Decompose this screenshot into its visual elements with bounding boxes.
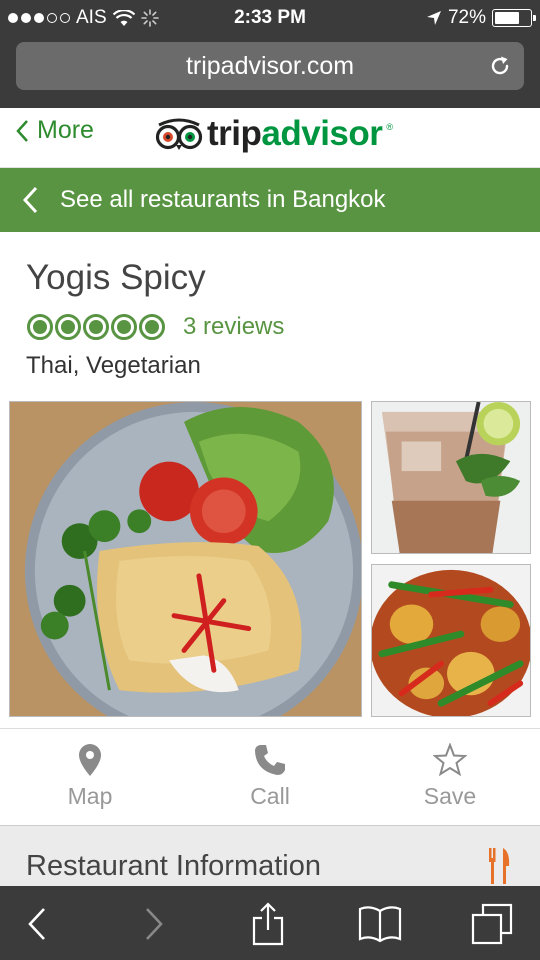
- save-button[interactable]: Save: [390, 743, 510, 810]
- fork-knife-icon: [489, 848, 510, 884]
- restaurant-name: Yogis Spicy: [26, 258, 206, 297]
- photo-iced-tea[interactable]: [371, 401, 531, 554]
- star-icon: [433, 743, 467, 777]
- browser-address-area: tripadvisor.com: [0, 36, 540, 108]
- rating-bubble-icon: [111, 314, 137, 340]
- bookmarks-button[interactable]: [358, 902, 402, 946]
- address-bar[interactable]: tripadvisor.com: [16, 42, 524, 90]
- action-bar: Map Call Save: [0, 728, 540, 826]
- tabs-button[interactable]: [470, 902, 514, 946]
- status-bar: AIS 2:33 PM 72%: [0, 0, 540, 36]
- map-label: Map: [67, 783, 113, 809]
- rating-bubble-icon: [139, 314, 165, 340]
- more-label: More: [37, 116, 94, 144]
- site-header: More tripadvisor ®: [0, 108, 540, 168]
- call-button[interactable]: Call: [210, 743, 330, 810]
- section-title: Restaurant Information: [26, 850, 321, 882]
- photo-stir-fry[interactable]: [371, 564, 531, 717]
- cuisine-label: Thai, Vegetarian: [26, 352, 201, 379]
- tripadvisor-logo[interactable]: tripadvisor ®: [155, 114, 393, 154]
- battery-icon: [492, 9, 536, 27]
- logo-wordmark: tripadvisor: [207, 114, 383, 153]
- rating-bubble-icon: [55, 314, 81, 340]
- status-right: 72%: [426, 7, 536, 29]
- tabs-icon: [471, 903, 513, 945]
- bubble-rating: [27, 314, 165, 340]
- reload-icon[interactable]: [488, 54, 512, 78]
- chevron-right-icon: [146, 908, 163, 940]
- back-button[interactable]: [15, 902, 59, 946]
- rating-bubble-icon: [83, 314, 109, 340]
- more-button[interactable]: More: [16, 116, 94, 145]
- reviews-link[interactable]: 3 reviews: [183, 313, 284, 341]
- phone-icon: [255, 745, 285, 775]
- see-all-label: See all restaurants in Bangkok: [60, 186, 386, 213]
- location-arrow-icon: [426, 11, 441, 25]
- battery-percent: 72%: [447, 7, 486, 28]
- save-label: Save: [423, 783, 477, 809]
- rating-row[interactable]: 3 reviews: [27, 313, 284, 341]
- owl-logo-icon: [155, 118, 203, 150]
- photo-omelette-dish[interactable]: [9, 401, 362, 717]
- call-label: Call: [250, 783, 290, 809]
- url-text: tripadvisor.com: [185, 52, 355, 80]
- rating-bubble-icon: [27, 314, 53, 340]
- restaurant-information-section[interactable]: Restaurant Information: [0, 826, 540, 886]
- share-button[interactable]: [246, 902, 290, 946]
- chevron-left-icon: [22, 186, 38, 214]
- share-icon: [252, 902, 284, 946]
- chevron-left-icon: [16, 119, 28, 142]
- chevron-left-icon: [28, 908, 45, 940]
- battery-fill: [495, 12, 520, 24]
- see-all-restaurants-link[interactable]: See all restaurants in Bangkok: [0, 168, 540, 232]
- registered-mark: ®: [386, 122, 394, 132]
- map-pin-icon: [79, 744, 101, 776]
- browser-toolbar: [0, 886, 540, 960]
- book-icon: [358, 906, 402, 943]
- map-button[interactable]: Map: [30, 743, 150, 810]
- forward-button[interactable]: [132, 902, 176, 946]
